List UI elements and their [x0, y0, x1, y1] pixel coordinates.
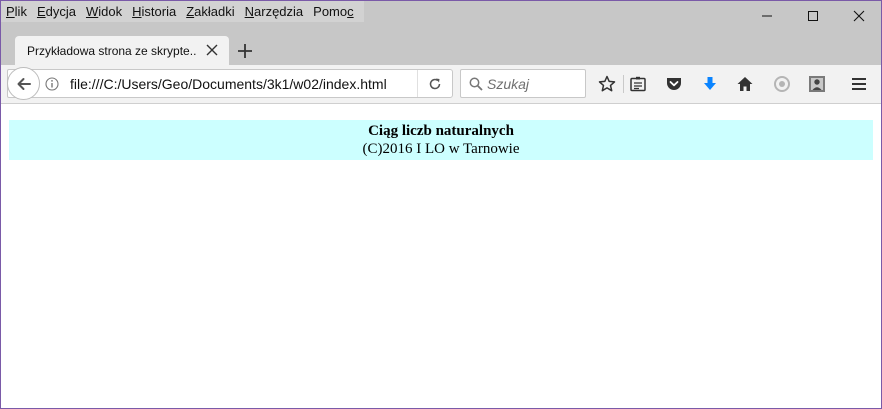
sync-icon[interactable]	[772, 74, 792, 94]
menu-pomoc[interactable]: Pomoc	[308, 1, 358, 22]
menu-zakladki-accel: Z	[186, 4, 195, 19]
search-input[interactable]	[487, 74, 581, 93]
menu-historia[interactable]: Historia	[127, 1, 181, 22]
search-icon	[469, 77, 483, 96]
page-footer-text: (C)2016 I LO w Tarnowie	[362, 141, 520, 157]
menu-edycja[interactable]: Edycja	[32, 1, 81, 22]
menu-widok-accel: W	[85, 4, 99, 19]
info-icon[interactable]	[45, 77, 59, 91]
tab-title: Przykładowa strona ze skrypte...	[27, 43, 197, 58]
close-window-icon[interactable]	[836, 0, 882, 31]
new-tab-icon[interactable]	[234, 40, 256, 62]
url-text[interactable]: file:///C:/Users/Geo/Documents/3k1/w02/i…	[70, 76, 387, 92]
menu-narzedzia[interactable]: Narzędzia	[240, 1, 309, 22]
menu-edycja-accel: E	[36, 4, 46, 19]
home-icon[interactable]	[735, 74, 755, 94]
pocket-icon[interactable]	[664, 74, 684, 94]
profile-icon[interactable]	[807, 74, 827, 94]
star-icon[interactable]	[597, 74, 617, 94]
minimize-icon[interactable]	[744, 0, 790, 31]
menu-historia-accel: H	[132, 4, 142, 19]
menu-widok-label: idok	[98, 4, 123, 19]
menu-plik[interactable]: Plik	[1, 1, 32, 22]
menu-list: Plik Edycja Widok Historia Zakładki Narz…	[1, 1, 364, 22]
page-banner: Ciąg liczb naturalnych (C)2016 I LO w Ta…	[9, 120, 873, 160]
reading-list-icon[interactable]	[628, 74, 648, 94]
url-bar[interactable]: file:///C:/Users/Geo/Documents/3k1/w02/i…	[7, 67, 453, 100]
menu-pomoc-label: Pomo	[313, 4, 348, 19]
page-content: Ciąg liczb naturalnych (C)2016 I LO w Ta…	[1, 105, 881, 408]
menu-edycja-label: dycja	[45, 4, 76, 19]
tab-active[interactable]: Przykładowa strona ze skrypte...	[15, 36, 229, 65]
back-arrow-icon[interactable]	[7, 67, 40, 100]
reload-icon[interactable]	[417, 70, 452, 97]
menu-plik-accel: P	[6, 4, 15, 19]
toolbar-separator	[623, 75, 624, 93]
hamburger-menu-icon[interactable]	[849, 74, 869, 94]
menu-narzedzia-label: arzędzia	[254, 4, 304, 19]
maximize-icon[interactable]	[790, 0, 836, 31]
menu-widok[interactable]: Widok	[81, 1, 127, 22]
navigation-toolbar: file:///C:/Users/Geo/Documents/3k1/w02/i…	[1, 65, 881, 104]
download-arrow-icon[interactable]	[700, 74, 720, 94]
window-controls	[744, 0, 882, 31]
menu-pomoc-accel: c	[347, 4, 354, 19]
page-heading: Ciąg liczb naturalnych	[368, 123, 514, 139]
menu-zakladki-label: akładki	[194, 4, 235, 19]
menu-plik-label: lik	[14, 4, 27, 19]
menu-historia-label: istoria	[141, 4, 177, 19]
close-tab-icon[interactable]	[205, 43, 219, 57]
search-box[interactable]	[460, 69, 586, 98]
menu-zakladki[interactable]: Zakładki	[181, 1, 239, 22]
menu-narzedzia-accel: N	[244, 4, 255, 19]
